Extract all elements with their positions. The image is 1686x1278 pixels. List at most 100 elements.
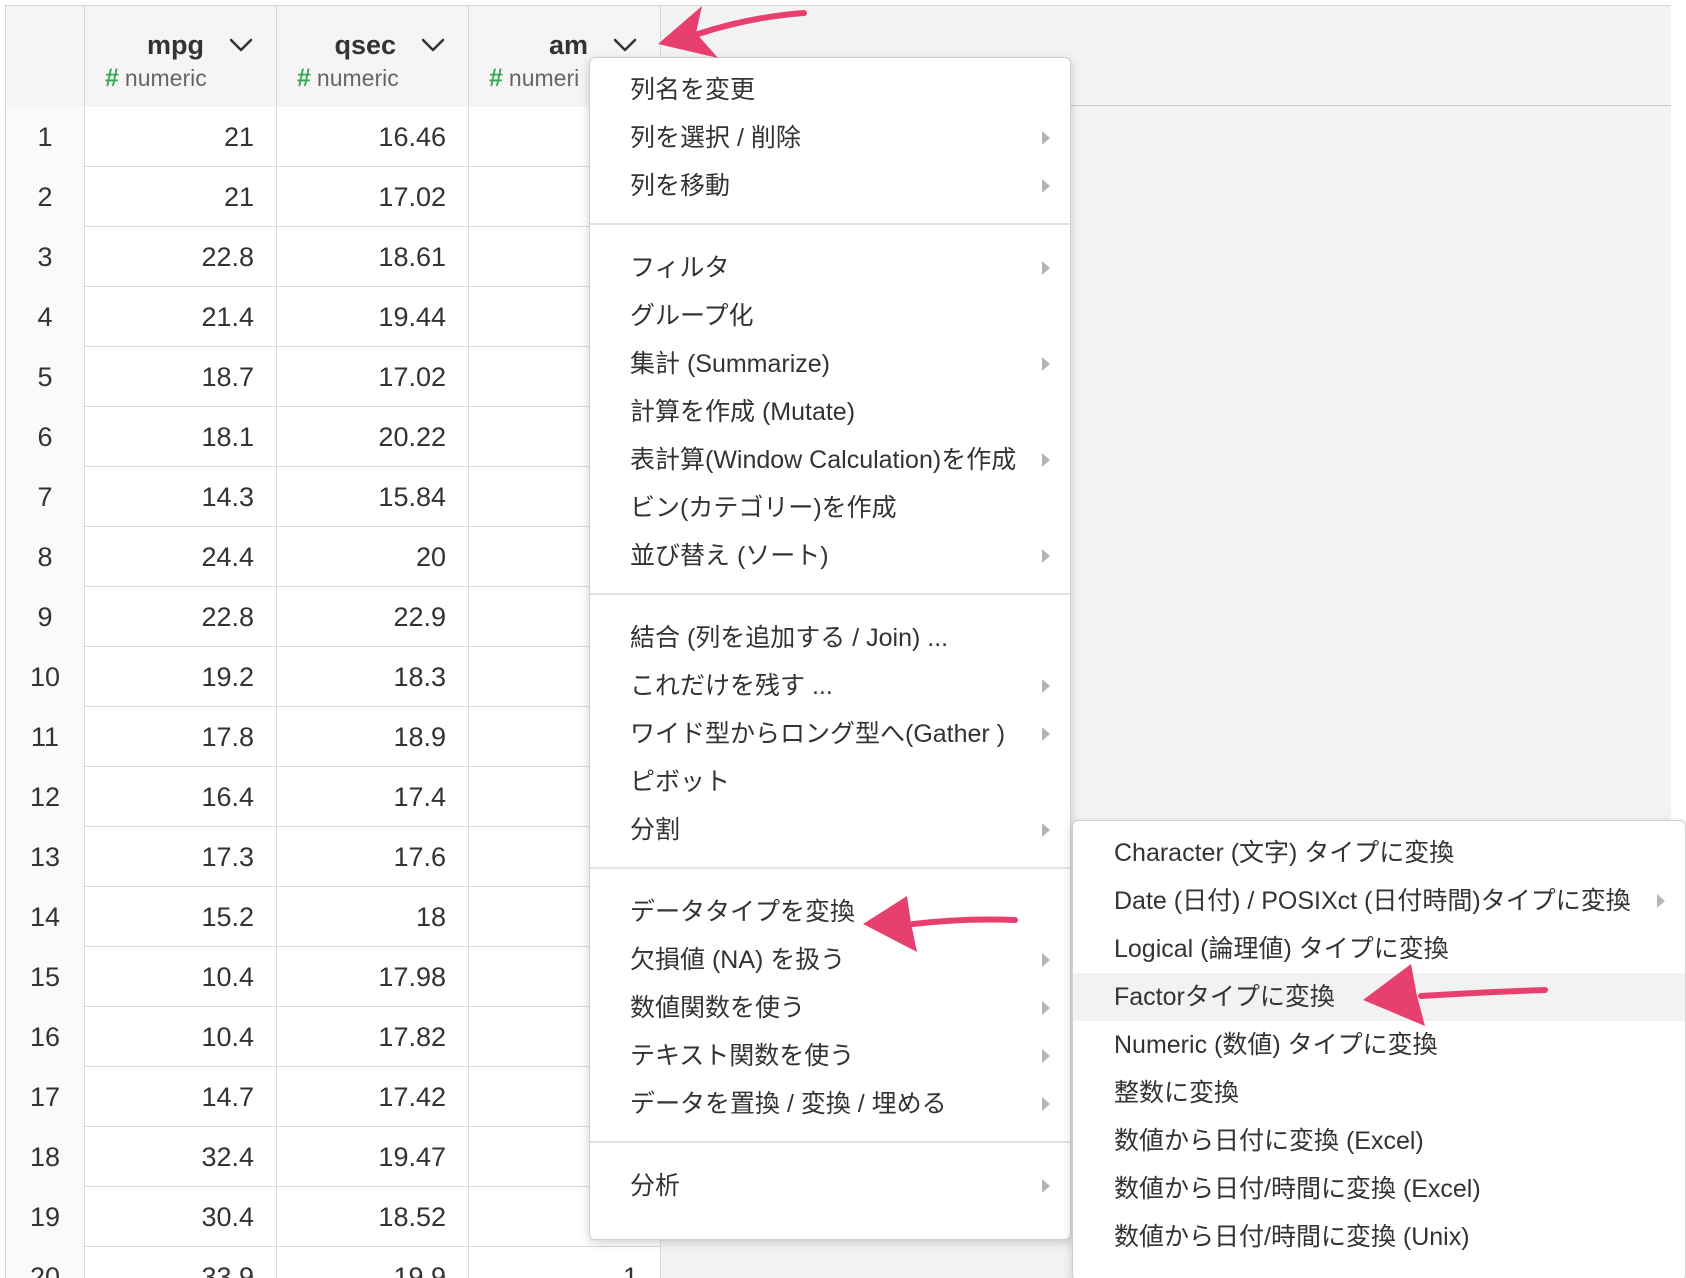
submenu-arrow-icon xyxy=(1042,727,1050,741)
table-row: 13 17.3 17.6 xyxy=(6,827,661,887)
cell-qsec[interactable]: 17.6 xyxy=(277,827,469,887)
menu-item[interactable]: 計算を作成 (Mutate) xyxy=(590,388,1070,436)
cell-mpg[interactable]: 18.7 xyxy=(85,347,277,407)
cell-mpg[interactable]: 30.4 xyxy=(85,1187,277,1247)
submenu-item-label: 数値から日付に変換 (Excel) xyxy=(1114,1127,1424,1155)
submenu-arrow-icon xyxy=(1042,131,1050,145)
menu-item[interactable]: データを置換 / 変換 / 埋める xyxy=(590,1080,1070,1128)
menu-item-label: 欠損値 (NA) を扱う xyxy=(630,946,846,974)
menu-item[interactable]: 集計 (Summarize) xyxy=(590,340,1070,388)
cell-mpg[interactable]: 22.8 xyxy=(85,227,277,287)
cell-mpg[interactable]: 22.8 xyxy=(85,587,277,647)
cell-mpg[interactable]: 32.4 xyxy=(85,1127,277,1187)
submenu-item[interactable]: 数値から日付に変換 (Excel) xyxy=(1073,1117,1685,1165)
submenu-item[interactable]: 数値から日付/時間に変換 (Excel) xyxy=(1073,1165,1685,1213)
menu-item[interactable]: 列を移動 xyxy=(590,162,1070,210)
cell-qsec[interactable]: 16.46 xyxy=(277,107,469,167)
cell-qsec[interactable]: 17.42 xyxy=(277,1067,469,1127)
menu-item[interactable]: 表計算(Window Calculation)を作成 xyxy=(590,436,1070,484)
cell-qsec[interactable]: 17.02 xyxy=(277,347,469,407)
submenu-item[interactable]: 数値から日付/時間に変換 (Unix) xyxy=(1073,1213,1685,1261)
cell-qsec[interactable]: 17.02 xyxy=(277,167,469,227)
table-row: 16 10.4 17.82 xyxy=(6,1007,661,1067)
menu-item[interactable]: グループ化 xyxy=(590,292,1070,340)
menu-item-label: 並び替え (ソート) xyxy=(630,542,829,570)
menu-item[interactable]: 数値関数を使う xyxy=(590,984,1070,1032)
menu-item[interactable]: 結合 (列を追加する / Join) ... xyxy=(590,614,1070,662)
cell-qsec[interactable]: 17.82 xyxy=(277,1007,469,1067)
row-number: 20 xyxy=(6,1247,85,1278)
menu-item-label: グループ化 xyxy=(630,302,754,330)
submenu-item-label: Date (日付) / POSIXct (日付時間)タイプに変換 xyxy=(1114,887,1631,915)
menu-item-label: ピボット xyxy=(630,768,731,796)
column-type-label: numeric xyxy=(124,65,207,91)
cell-mpg[interactable]: 14.3 xyxy=(85,467,277,527)
cell-qsec[interactable]: 18.3 xyxy=(277,647,469,707)
menu-item[interactable]: ワイド型からロング型へ(Gather ) xyxy=(590,710,1070,758)
menu-item[interactable]: 分割 xyxy=(590,806,1070,854)
table-row: 17 14.7 17.42 xyxy=(6,1067,661,1127)
annotation-arrow-am xyxy=(658,6,807,58)
annotation-arrow-factor xyxy=(1363,964,1548,1026)
table-row: 7 14.3 15.84 xyxy=(6,467,661,527)
row-number: 15 xyxy=(6,947,85,1007)
menu-item[interactable]: ビン(カテゴリー)を作成 xyxy=(590,484,1070,532)
cell-qsec[interactable]: 18 xyxy=(277,887,469,947)
submenu-arrow-icon xyxy=(1042,823,1050,837)
cell-mpg[interactable]: 24.4 xyxy=(85,527,277,587)
menu-item[interactable]: 列名を変更 xyxy=(590,66,1070,114)
row-number: 1 xyxy=(6,107,85,167)
cell-qsec[interactable]: 18.61 xyxy=(277,227,469,287)
hash-icon: # xyxy=(297,64,311,92)
menu-item[interactable]: 並び替え (ソート) xyxy=(590,532,1070,580)
cell-mpg[interactable]: 21 xyxy=(85,107,277,167)
cell-qsec[interactable]: 20 xyxy=(277,527,469,587)
row-number: 8 xyxy=(6,527,85,587)
cell-mpg[interactable]: 16.4 xyxy=(85,767,277,827)
cell-qsec[interactable]: 20.22 xyxy=(277,407,469,467)
cell-qsec[interactable]: 19.47 xyxy=(277,1127,469,1187)
submenu-item[interactable]: 整数に変換 xyxy=(1073,1069,1685,1117)
menu-item[interactable]: 列を選択 / 削除 xyxy=(590,114,1070,162)
column-header-1[interactable]: qsec # numeric xyxy=(277,6,469,106)
cell-qsec[interactable]: 17.98 xyxy=(277,947,469,1007)
submenu-item[interactable]: Character (文字) タイプに変換 xyxy=(1073,829,1685,877)
cell-qsec[interactable]: 15.84 xyxy=(277,467,469,527)
cell-mpg[interactable]: 19.2 xyxy=(85,647,277,707)
menu-item[interactable]: テキスト関数を使う xyxy=(590,1032,1070,1080)
menu-item-label: 列を選択 / 削除 xyxy=(630,124,801,152)
cell-qsec[interactable]: 19.9 xyxy=(277,1247,469,1278)
menu-item-label: テキスト関数を使う xyxy=(630,1042,855,1070)
cell-mpg[interactable]: 14.7 xyxy=(85,1067,277,1127)
cell-mpg[interactable]: 21 xyxy=(85,167,277,227)
column-header-0[interactable]: mpg # numeric xyxy=(85,6,277,106)
chevron-down-icon[interactable] xyxy=(418,30,448,60)
table-row: 12 16.4 17.4 xyxy=(6,767,661,827)
cell-mpg[interactable]: 18.1 xyxy=(85,407,277,467)
cell-mpg[interactable]: 10.4 xyxy=(85,947,277,1007)
submenu-item-label: 数値から日付/時間に変換 (Unix) xyxy=(1114,1223,1470,1251)
cell-qsec[interactable]: 22.9 xyxy=(277,587,469,647)
menu-item[interactable]: 分析 xyxy=(590,1162,1070,1210)
menu-item[interactable]: フィルタ xyxy=(590,244,1070,292)
submenu-arrow-icon xyxy=(1042,679,1050,693)
cell-qsec[interactable]: 18.52 xyxy=(277,1187,469,1247)
cell-mpg[interactable]: 17.8 xyxy=(85,707,277,767)
submenu-item[interactable]: Date (日付) / POSIXct (日付時間)タイプに変換 xyxy=(1073,877,1685,925)
cell-qsec[interactable]: 19.44 xyxy=(277,287,469,347)
cell-mpg[interactable]: 17.3 xyxy=(85,827,277,887)
menu-item[interactable]: ピボット xyxy=(590,758,1070,806)
cell-qsec[interactable]: 18.9 xyxy=(277,707,469,767)
cell-mpg[interactable]: 21.4 xyxy=(85,287,277,347)
menu-item-label: 分析 xyxy=(630,1172,681,1200)
column-type-label: numeric xyxy=(316,65,399,91)
cell-mpg[interactable]: 15.2 xyxy=(85,887,277,947)
cell-mpg[interactable]: 10.4 xyxy=(85,1007,277,1067)
menu-item[interactable]: これだけを残す ... xyxy=(590,662,1070,710)
cell-qsec[interactable]: 17.4 xyxy=(277,767,469,827)
cell-mpg[interactable]: 33.9 xyxy=(85,1247,277,1278)
cell-am[interactable]: 1 xyxy=(469,1247,661,1278)
chevron-down-icon[interactable] xyxy=(610,30,640,60)
chevron-down-icon[interactable] xyxy=(226,30,256,60)
menu-item-label: データタイプを変換 xyxy=(630,898,856,926)
